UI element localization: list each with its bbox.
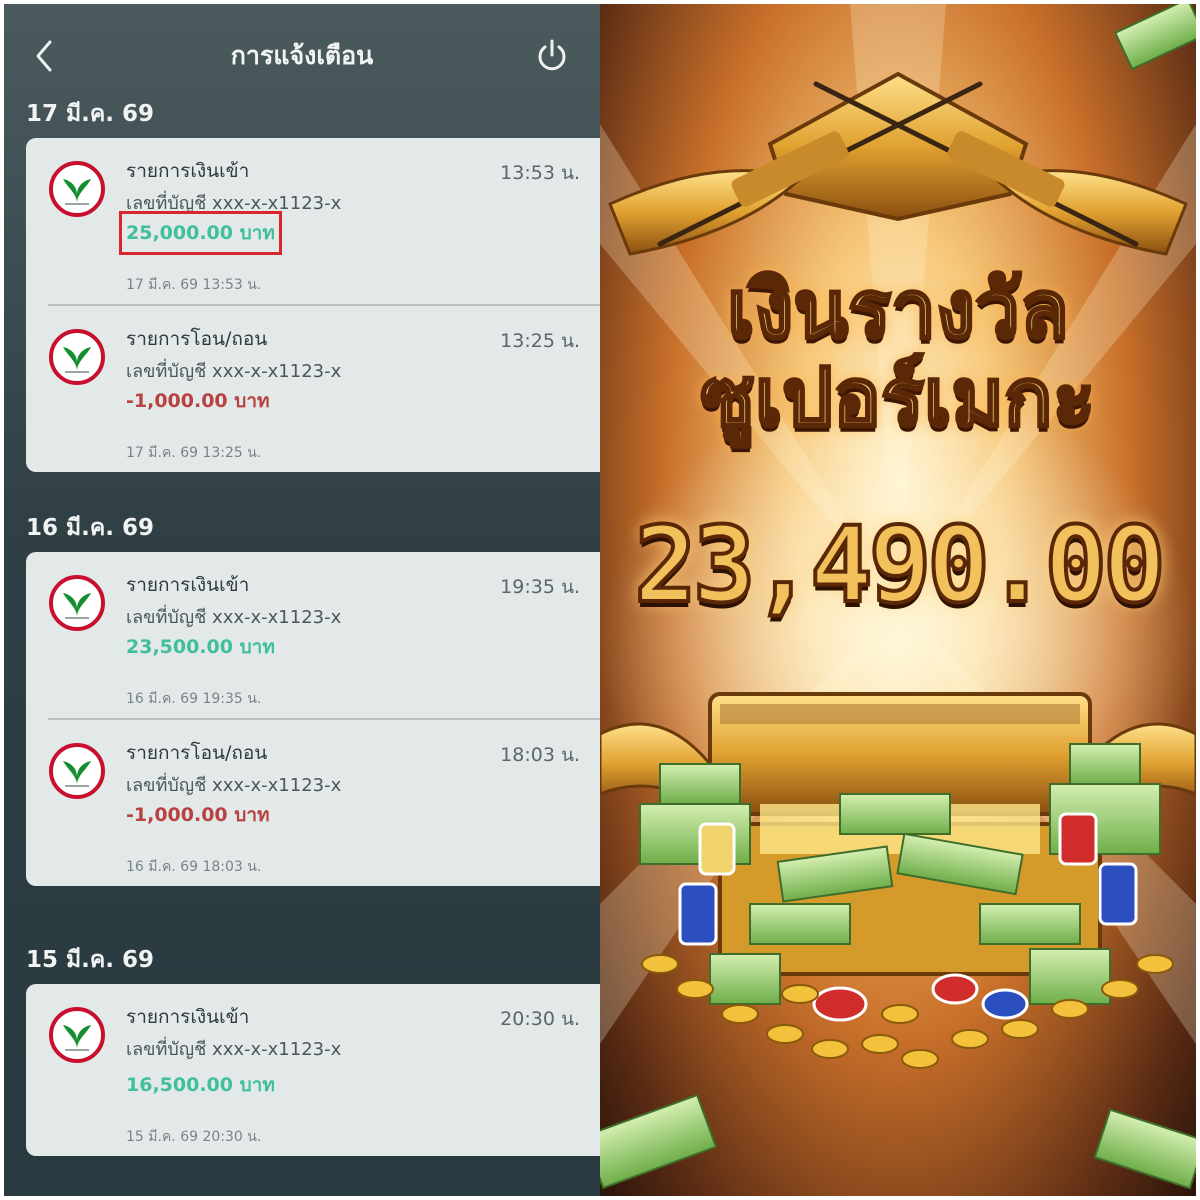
account-number: เลขที่บัญชี xxx-x-x1123-x [126,193,342,214]
notification-time: 18:03 น. [500,744,580,766]
notification-screen: การแจ้งเตือน 17 มี.ค. 69 รายการเงินเข้า … [4,4,600,1196]
notification-time: 20:30 น. [500,1008,580,1030]
notification-item[interactable]: รายการโอน/ถอน 18:03 น. เลขที่บัญชี xxx-x… [26,720,600,886]
notification-title: รายการเงินเข้า [126,1006,250,1028]
notification-timestamp: 17 มี.ค. 69 13:25 น. [126,445,262,461]
notification-item[interactable]: รายการโอน/ถอน 13:25 น. เลขที่บัญชี xxx-x… [26,306,600,472]
notification-timestamp: 16 มี.ค. 69 19:35 น. [126,691,262,707]
account-number: เลขที่บัญชี xxx-x-x1123-x [126,607,342,628]
kbank-logo-icon [49,1007,105,1063]
jackpot-amount: 23,490.00 [632,502,1168,628]
date-header: 17 มี.ค. 69 [26,101,155,127]
transaction-amount: -1,000.00 บาท [126,390,270,412]
notification-timestamp: 17 มี.ค. 69 13:53 น. [126,277,262,293]
date-header: 16 มี.ค. 69 [26,515,155,541]
notification-item[interactable]: รายการเงินเข้า 13:53 น. เลขที่บัญชี xxx-… [26,138,600,304]
transaction-amount: 16,500.00 บาท [126,1074,275,1096]
notification-time: 13:25 น. [500,330,580,352]
notification-timestamp: 15 มี.ค. 69 20:30 น. [126,1129,262,1145]
power-icon[interactable] [532,36,572,76]
transaction-amount: 23,500.00 บาท [126,636,275,658]
notification-card: รายการเงินเข้า 13:53 น. เลขที่บัญชี xxx-… [26,138,600,472]
notification-time: 19:35 น. [500,576,580,598]
notification-title: รายการโอน/ถอน [126,328,268,350]
notification-title: รายการเงินเข้า [126,160,250,182]
top-bar: การแจ้งเตือน [4,4,600,100]
notification-timestamp: 16 มี.ค. 69 18:03 น. [126,859,262,875]
account-number: เลขที่บัญชี xxx-x-x1123-x [126,775,342,796]
date-header: 15 มี.ค. 69 [26,947,155,973]
promo-title-line2: ซูเปอร์เมกะ [699,349,1097,446]
page-title: การแจ้งเตือน [230,41,374,70]
jackpot-promo-art: เงินรางวัล ซูเปอร์เมกะ 23,490.00 [600,4,1196,1196]
kbank-logo-icon [49,329,105,385]
notification-item[interactable]: รายการเงินเข้า 19:35 น. เลขที่บัญชี xxx-… [26,552,600,718]
kbank-logo-icon [49,743,105,799]
account-number: เลขที่บัญชี xxx-x-x1123-x [126,1039,342,1060]
account-number: เลขที่บัญชี xxx-x-x1123-x [126,361,342,382]
kbank-logo-icon [49,161,105,217]
notification-card: รายการเงินเข้า 20:30 น. เลขที่บัญชี xxx-… [26,984,600,1156]
notification-title: รายการโอน/ถอน [126,742,268,764]
transaction-amount: -1,000.00 บาท [126,804,270,826]
notification-time: 13:53 น. [500,162,580,184]
notification-title: รายการเงินเข้า [126,574,250,596]
transaction-amount: 25,000.00 บาท [119,211,282,255]
notification-card: รายการเงินเข้า 19:35 น. เลขที่บัญชี xxx-… [26,552,600,886]
notification-item[interactable]: รายการเงินเข้า 20:30 น. เลขที่บัญชี xxx-… [26,984,600,1150]
kbank-logo-icon [49,575,105,631]
